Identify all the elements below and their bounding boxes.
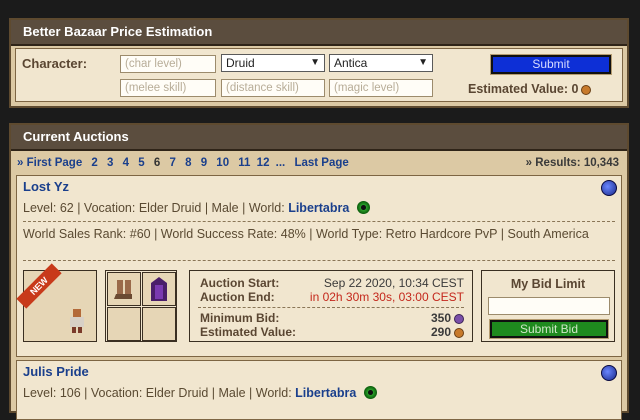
gold-coin-icon [581, 84, 592, 95]
estimated-value-label: Estimated Value: [468, 82, 569, 96]
druid-outfit-icon [70, 309, 84, 333]
page-link[interactable]: 12 [257, 157, 270, 169]
world-link[interactable]: Libertabra [288, 201, 349, 215]
divider [23, 260, 615, 261]
panel-title: Better Bazaar Price Estimation [11, 20, 627, 46]
minimum-bid-label: Minimum Bid: [200, 311, 280, 325]
char-level-input[interactable] [120, 55, 216, 73]
world-selected: Antica [334, 56, 368, 70]
auction-card: Lost Yz Level: 62 | Vocation: Elder Drui… [16, 175, 622, 357]
gold-coin-icon [454, 327, 464, 338]
results-count: » Results: 10,343 [525, 157, 619, 169]
page-link[interactable]: 3 [107, 157, 113, 169]
boots-icon [114, 280, 132, 299]
estimated-value-display: 290 [431, 325, 464, 339]
vocation-selected: Druid [226, 56, 255, 70]
tibia-coin-icon [454, 313, 464, 324]
pagination: » First Page 2 3 4 5 6 7 8 9 10 11 12 ..… [17, 157, 349, 169]
outfit-box: NEW [16, 263, 97, 342]
new-badge-label: NEW [28, 275, 50, 297]
chevron-down-icon: ▼ [418, 57, 428, 68]
bid-limit-input[interactable] [488, 297, 610, 315]
minimum-bid-value: 350 [430, 311, 451, 325]
bid-limit-title: My Bid Limit [510, 277, 586, 291]
character-name-link[interactable]: Julis Pride [23, 364, 89, 379]
search-icon[interactable] [601, 365, 617, 381]
minimum-bid-display: 350 [431, 311, 464, 325]
world-stats: World Sales Rank: #60 | World Success Ra… [23, 227, 589, 241]
item-slot[interactable] [107, 307, 141, 341]
auction-end-label: Auction End: [200, 290, 275, 304]
submit-bid-button[interactable]: Submit Bid [489, 319, 609, 339]
character-info-text: Level: 62 | Vocation: Elder Druid | Male… [23, 201, 285, 215]
eye-icon [363, 386, 377, 399]
chevron-down-icon: ▼ [310, 57, 320, 68]
panel-title: Current Auctions [11, 125, 627, 151]
world-select[interactable]: Antica ▼ [329, 54, 433, 72]
distance-skill-input[interactable] [221, 79, 325, 97]
item-slot[interactable] [142, 272, 176, 306]
page-link[interactable]: 9 [201, 157, 207, 169]
first-page-link[interactable]: First Page [27, 157, 83, 169]
auction-card: Julis Pride Level: 106 | Vocation: Elder… [16, 360, 622, 420]
estimated-value: 290 [430, 325, 451, 339]
item-grid [105, 270, 177, 342]
page-link[interactable]: 7 [169, 157, 175, 169]
magic-level-input[interactable] [329, 79, 433, 97]
melee-skill-input[interactable] [120, 79, 216, 97]
submit-button[interactable]: Submit [490, 54, 612, 75]
robe-icon [151, 277, 167, 301]
item-slot[interactable] [142, 307, 176, 341]
price-estimation-panel: Better Bazaar Price Estimation Character… [9, 18, 629, 108]
page-link[interactable]: 2 [91, 157, 97, 169]
page-link[interactable]: 8 [185, 157, 191, 169]
world-link[interactable]: Libertabra [295, 386, 356, 400]
current-auctions-panel: Current Auctions » First Page 2 3 4 5 6 … [9, 123, 629, 420]
estimated-value: 0 [571, 82, 579, 96]
divider [23, 221, 615, 222]
page-link[interactable]: 10 [216, 157, 229, 169]
page-link[interactable]: 4 [123, 157, 129, 169]
bid-box: My Bid Limit Submit Bid [481, 270, 615, 342]
double-chevron-icon: » [17, 157, 24, 169]
character-info-text: Level: 106 | Vocation: Elder Druid | Mal… [23, 386, 292, 400]
character-info: Level: 106 | Vocation: Elder Druid | Mal… [23, 386, 377, 400]
character-name-link[interactable]: Lost Yz [23, 179, 69, 194]
new-badge: NEW [16, 263, 62, 309]
estimated-value-label: Estimated Value: [200, 325, 297, 339]
page-link[interactable]: 11 [238, 157, 250, 169]
auction-start-label: Auction Start: [200, 276, 280, 290]
estimation-form: Character: Druid ▼ Antica ▼ Submit Estim… [15, 48, 623, 102]
auction-details: Auction Start: Sep 22 2020, 10:34 CEST A… [189, 270, 473, 342]
last-page-link[interactable]: Last Page [294, 157, 348, 169]
character-label: Character: [22, 56, 88, 71]
auction-start-value: Sep 22 2020, 10:34 CEST [323, 276, 464, 290]
divider [198, 307, 464, 308]
vocation-select[interactable]: Druid ▼ [221, 54, 325, 72]
item-slot[interactable] [107, 272, 141, 306]
search-icon[interactable] [601, 180, 617, 196]
auction-end-value: in 02h 30m 30s, 03:00 CEST [309, 290, 464, 304]
page-link[interactable]: 5 [138, 157, 144, 169]
eye-icon [356, 201, 370, 214]
character-info: Level: 62 | Vocation: Elder Druid | Male… [23, 201, 370, 215]
current-page: 6 [153, 157, 161, 169]
ellipsis: ... [275, 157, 286, 169]
estimated-value-display: Estimated Value: 0 [468, 82, 592, 96]
